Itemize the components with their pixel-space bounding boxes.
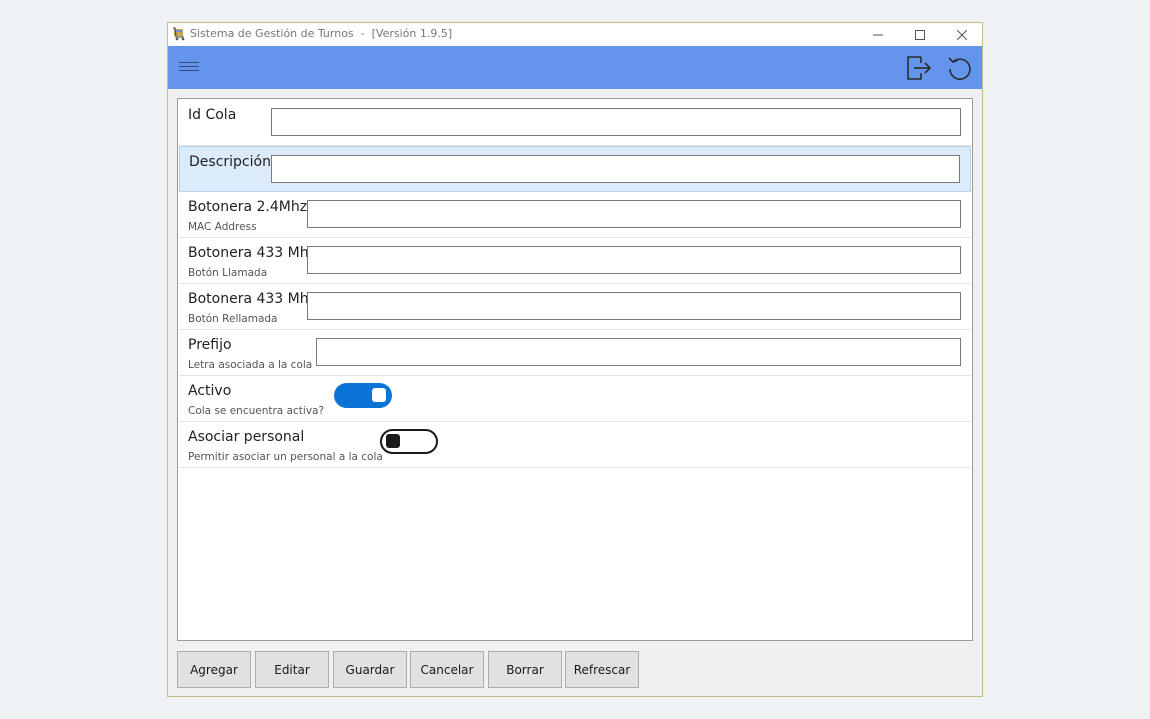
row-id-cola: Id Cola bbox=[179, 100, 971, 146]
refrescar-button[interactable]: Refrescar bbox=[565, 651, 639, 688]
row-botonera-24: Botonera 2.4Mhz MAC Address bbox=[179, 192, 971, 238]
app-window: Sistema de Gestión de Turnos - [Versión … bbox=[167, 22, 983, 697]
botonera-433-llamada-label: Botonera 433 Mhz bbox=[188, 245, 316, 261]
asociar-personal-label: Asociar personal bbox=[188, 429, 305, 445]
app-bar bbox=[168, 46, 982, 89]
activo-label: Activo bbox=[188, 383, 232, 399]
refresh-icon[interactable] bbox=[945, 53, 975, 83]
mac-address-input[interactable] bbox=[307, 200, 961, 228]
row-asociar-personal: Asociar personal Permitir asociar un per… bbox=[179, 422, 971, 468]
form-panel: Id Cola Descripción Botonera 2.4Mhz MAC … bbox=[177, 98, 973, 641]
boton-rellamada-input[interactable] bbox=[307, 292, 961, 320]
row-activo: Activo Cola se encuentra activa? bbox=[179, 376, 971, 422]
row-botonera-433-llamada: Botonera 433 Mhz Botón Llamada bbox=[179, 238, 971, 284]
row-prefijo: Prefijo Letra asociada a la cola bbox=[179, 330, 971, 376]
row-botonera-433-rellamada: Botonera 433 Mhz Botón Rellamada bbox=[179, 284, 971, 330]
minimize-button[interactable] bbox=[856, 23, 900, 46]
botonera-24-label: Botonera 2.4Mhz bbox=[188, 199, 308, 215]
prefijo-label: Prefijo bbox=[188, 337, 232, 353]
maximize-icon bbox=[915, 29, 925, 40]
guardar-button[interactable]: Guardar bbox=[333, 651, 407, 688]
close-icon bbox=[957, 29, 967, 40]
prefijo-input[interactable] bbox=[316, 338, 961, 366]
asociar-personal-toggle[interactable] bbox=[380, 429, 438, 454]
minimize-icon bbox=[873, 34, 883, 35]
shopping-cart-icon bbox=[173, 27, 185, 41]
boton-llamada-input[interactable] bbox=[307, 246, 961, 274]
editar-button[interactable]: Editar bbox=[255, 651, 329, 688]
asociar-personal-sublabel: Permitir asociar un personal a la cola bbox=[188, 451, 383, 463]
botonera-433-llamada-sublabel: Botón Llamada bbox=[188, 267, 268, 279]
descripcion-label: Descripción bbox=[189, 154, 271, 170]
botonera-433-rellamada-sublabel: Botón Rellamada bbox=[188, 313, 278, 325]
botonera-24-sublabel: MAC Address bbox=[188, 221, 257, 233]
botonera-433-rellamada-label: Botonera 433 Mhz bbox=[188, 291, 316, 307]
id-cola-input[interactable] bbox=[271, 108, 961, 136]
row-descripcion: Descripción bbox=[179, 146, 971, 192]
title-bar: Sistema de Gestión de Turnos - [Versión … bbox=[168, 23, 982, 46]
window-title: Sistema de Gestión de Turnos - [Versión … bbox=[190, 27, 453, 40]
descripcion-input[interactable] bbox=[271, 155, 960, 183]
borrar-button[interactable]: Borrar bbox=[488, 651, 562, 688]
exit-icon[interactable] bbox=[903, 53, 933, 83]
activo-toggle[interactable] bbox=[334, 383, 392, 408]
prefijo-sublabel: Letra asociada a la cola bbox=[188, 359, 313, 371]
id-cola-label: Id Cola bbox=[188, 107, 237, 123]
maximize-button[interactable] bbox=[898, 23, 942, 46]
cancelar-button[interactable]: Cancelar bbox=[410, 651, 484, 688]
activo-sublabel: Cola se encuentra activa? bbox=[188, 405, 325, 417]
agregar-button[interactable]: Agregar bbox=[177, 651, 251, 688]
close-button[interactable] bbox=[940, 23, 984, 46]
hamburger-menu-icon[interactable] bbox=[179, 59, 199, 75]
